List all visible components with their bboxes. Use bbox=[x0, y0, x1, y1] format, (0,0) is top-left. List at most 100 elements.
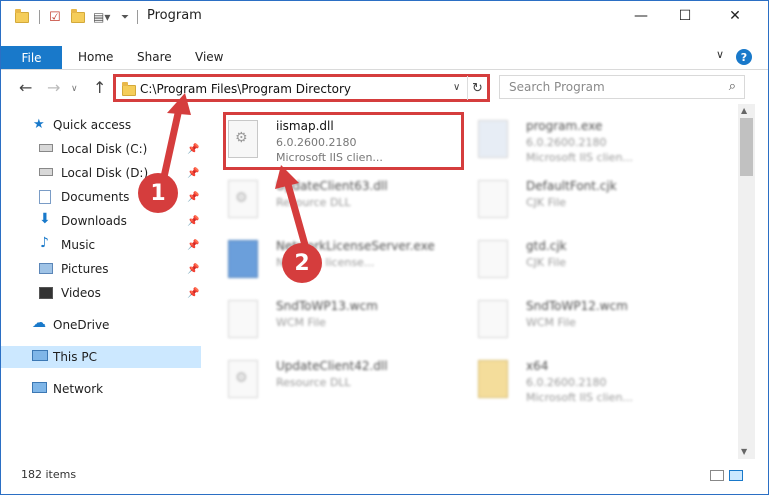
sidebar-item-label: Videos bbox=[61, 286, 101, 300]
computer-icon bbox=[32, 350, 48, 361]
documents-icon bbox=[39, 190, 51, 204]
address-bar[interactable]: C:\Program Files\Program Directory ∨ ↻ bbox=[113, 74, 490, 102]
file-type: Resource DLL bbox=[276, 196, 351, 209]
sidebar-item-label: Documents bbox=[61, 190, 130, 204]
network-icon bbox=[32, 382, 47, 393]
file-item[interactable]: x64 6.0.2600.2180 Microsoft IIS clien... bbox=[466, 350, 706, 406]
file-item[interactable]: SndToWP13.wcm WCM File bbox=[216, 290, 456, 346]
maximize-button[interactable]: ☐ bbox=[663, 1, 707, 31]
music-icon: ♪ bbox=[40, 235, 49, 251]
file-icon bbox=[478, 300, 508, 338]
sidebar-item-label: Music bbox=[61, 238, 96, 252]
file-version: 6.0.2600.2180 bbox=[526, 136, 607, 149]
status-bar: 182 items bbox=[1, 463, 768, 487]
pin-icon[interactable]: 📌 bbox=[187, 216, 199, 227]
file-item[interactable]: gtd.cjk CJK File bbox=[466, 230, 706, 286]
properties-icon[interactable]: ☑ bbox=[49, 9, 61, 25]
file-icon bbox=[228, 300, 258, 338]
customize-toolbar-icon[interactable]: ▤▾ bbox=[93, 9, 110, 25]
sidebar-item-label: Pictures bbox=[61, 262, 109, 276]
forward-icon[interactable]: → bbox=[47, 78, 60, 97]
quick-access-dropdown-icon[interactable]: ⏷ bbox=[121, 9, 129, 25]
address-dropdown-icon[interactable]: ∨ bbox=[453, 82, 460, 93]
dll-file-icon bbox=[228, 360, 258, 398]
drive-icon bbox=[39, 144, 53, 152]
file-explorer-window: ☑ ▤▾ ⏷ Program — ☐ ✕ File Home Share Vie… bbox=[0, 0, 769, 495]
file-icon bbox=[478, 240, 508, 278]
file-item[interactable]: UpdateClient63.dll Resource DLL bbox=[216, 170, 456, 226]
file-name: program.exe bbox=[526, 119, 603, 133]
file-name: SndToWP13.wcm bbox=[276, 299, 378, 313]
search-input[interactable]: Search Program ⌕ bbox=[499, 75, 745, 99]
sidebar-item-quick-access[interactable]: ★ Quick access bbox=[1, 114, 201, 136]
file-description: Microsoft IIS clien... bbox=[526, 151, 633, 164]
sidebar-item-label: Downloads bbox=[61, 214, 127, 228]
tab-share[interactable]: Share bbox=[137, 50, 172, 64]
recent-dropdown-icon[interactable]: ∨ bbox=[71, 84, 78, 94]
cloud-icon: ☁ bbox=[32, 315, 46, 331]
file-type: WCM File bbox=[276, 316, 326, 329]
folder-icon bbox=[15, 8, 29, 25]
search-icon[interactable]: ⌕ bbox=[729, 79, 736, 94]
refresh-icon[interactable]: ↻ bbox=[467, 76, 487, 100]
file-item[interactable]: SndToWP12.wcm WCM File bbox=[466, 290, 706, 346]
close-button[interactable]: ✕ bbox=[713, 1, 757, 31]
address-path[interactable]: C:\Program Files\Program Directory bbox=[140, 82, 351, 96]
navigation-bar: ← → ∨ ↑ C:\Program Files\Program Directo… bbox=[1, 72, 768, 104]
pin-icon[interactable]: 📌 bbox=[187, 264, 199, 275]
pin-icon[interactable]: 📌 bbox=[187, 192, 199, 203]
file-item[interactable]: UpdateClient42.dll Resource DLL bbox=[216, 350, 456, 406]
sidebar-item-onedrive[interactable]: ☁ OneDrive bbox=[1, 314, 201, 336]
divider bbox=[39, 10, 40, 24]
sidebar-item-this-pc[interactable]: This PC bbox=[1, 346, 201, 368]
sidebar-item-label: OneDrive bbox=[53, 318, 110, 332]
file-name: x64 bbox=[526, 359, 549, 373]
sidebar-item-label: Network bbox=[53, 382, 104, 396]
file-item[interactable]: program.exe 6.0.2600.2180 Microsoft IIS … bbox=[466, 110, 706, 166]
file-name: UpdateClient63.dll bbox=[276, 179, 388, 193]
step-1-callout: 1 bbox=[138, 173, 178, 213]
item-count: 182 items bbox=[21, 468, 77, 481]
folder-icon bbox=[122, 82, 136, 96]
file-item[interactable]: DefaultFont.cjk CJK File bbox=[466, 170, 706, 226]
sidebar-item-label: Local Disk (D:) bbox=[61, 166, 149, 180]
sidebar-item-label: Local Disk (C:) bbox=[61, 142, 148, 156]
tab-view[interactable]: View bbox=[195, 50, 223, 64]
new-folder-icon[interactable] bbox=[71, 8, 85, 25]
videos-icon bbox=[39, 287, 53, 299]
scrollbar-thumb[interactable] bbox=[740, 118, 753, 176]
scroll-up-icon[interactable]: ▲ bbox=[741, 106, 747, 115]
file-item[interactable]: NetworkLicenseServer.exe Network license… bbox=[216, 230, 456, 286]
sidebar-item-pictures[interactable]: Pictures 📌 bbox=[1, 258, 201, 280]
highlight-box bbox=[223, 112, 464, 170]
file-description: Microsoft IIS clien... bbox=[526, 391, 633, 404]
pin-icon[interactable]: 📌 bbox=[187, 288, 199, 299]
sidebar-item-videos[interactable]: Videos 📌 bbox=[1, 282, 201, 304]
pictures-icon bbox=[39, 263, 53, 274]
back-icon[interactable]: ← bbox=[19, 78, 32, 97]
pin-icon[interactable]: 📌 bbox=[187, 168, 199, 179]
file-name: gtd.cjk bbox=[526, 239, 567, 253]
exe-file-icon bbox=[478, 120, 508, 158]
sidebar-item-local-disk-c[interactable]: Local Disk (C:) 📌 bbox=[1, 138, 201, 160]
sidebar-item-music[interactable]: ♪ Music 📌 bbox=[1, 234, 201, 256]
help-button[interactable]: ? bbox=[736, 49, 752, 65]
details-view-icon[interactable] bbox=[710, 470, 724, 481]
minimize-button[interactable]: — bbox=[619, 1, 663, 31]
file-name: SndToWP12.wcm bbox=[526, 299, 628, 313]
vertical-scrollbar[interactable]: ▲ ▼ bbox=[738, 104, 755, 459]
sidebar-item-downloads[interactable]: ⬇ Downloads 📌 bbox=[1, 210, 201, 232]
tab-home[interactable]: Home bbox=[78, 50, 113, 64]
expand-ribbon-icon[interactable]: ∨ bbox=[716, 48, 724, 61]
tab-file[interactable]: File bbox=[1, 46, 62, 69]
sidebar-item-label: This PC bbox=[53, 350, 97, 364]
step-2-callout: 2 bbox=[282, 243, 322, 283]
pin-icon[interactable]: 📌 bbox=[187, 240, 199, 251]
up-icon[interactable]: ↑ bbox=[93, 78, 106, 97]
sidebar-item-network[interactable]: Network bbox=[1, 378, 201, 400]
large-icons-view-icon[interactable] bbox=[729, 470, 743, 481]
pin-icon[interactable]: 📌 bbox=[187, 144, 199, 155]
file-name: UpdateClient42.dll bbox=[276, 359, 388, 373]
ribbon-tabs: File Home Share View ∨ ? bbox=[1, 46, 768, 70]
scroll-down-icon[interactable]: ▼ bbox=[741, 447, 747, 456]
